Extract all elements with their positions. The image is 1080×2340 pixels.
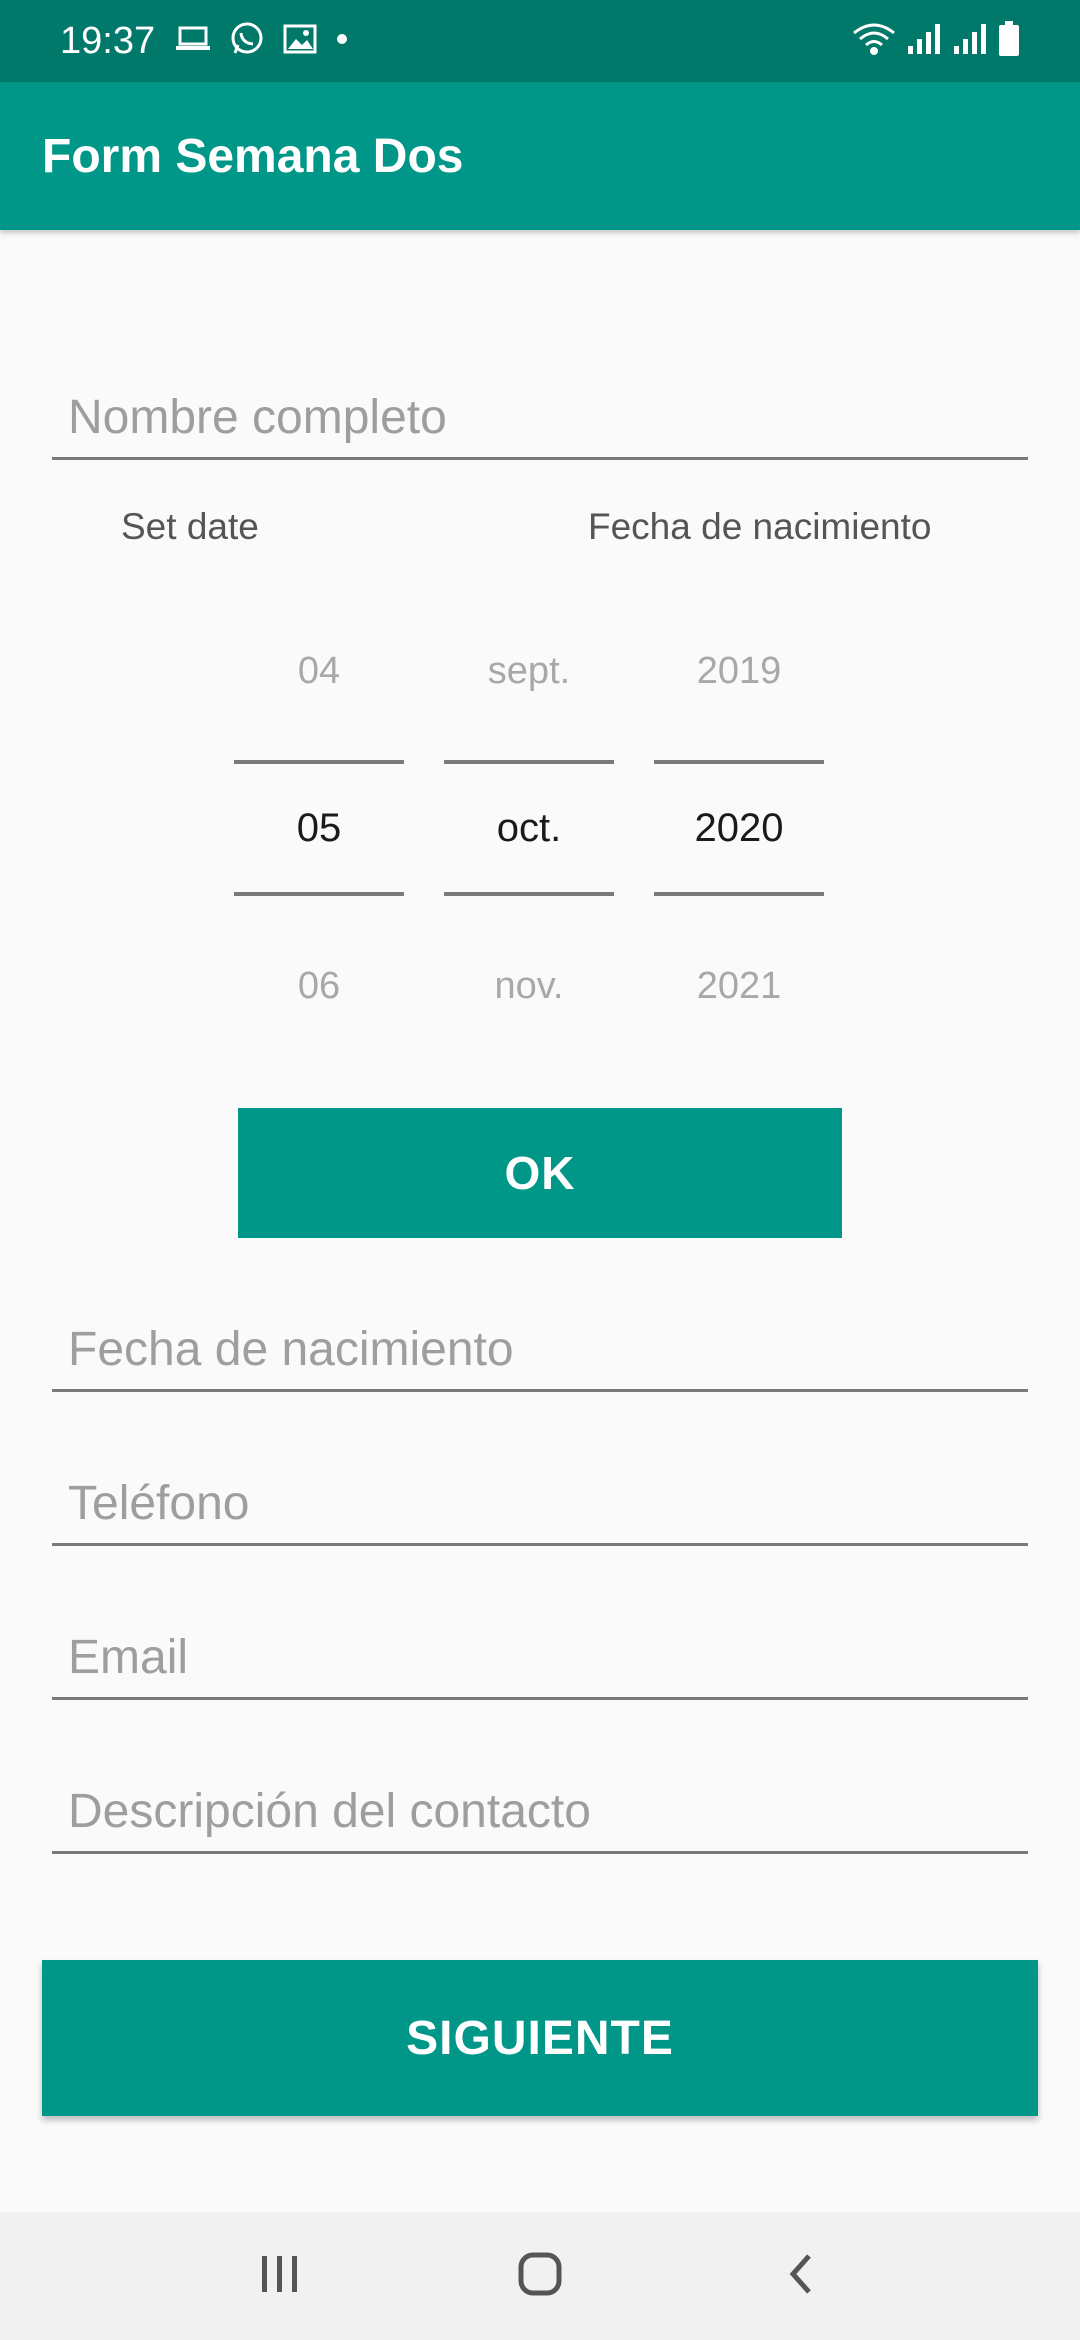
email-input[interactable] xyxy=(68,1630,1012,1685)
status-right-icons xyxy=(852,20,1020,62)
year-spinner[interactable]: 2019 2020 2021 xyxy=(654,620,824,1007)
descripcion-input[interactable] xyxy=(68,1784,1012,1839)
day-spinner[interactable]: 04 05 06 xyxy=(234,620,404,1007)
page-title: Form Semana Dos xyxy=(42,129,464,183)
year-current[interactable]: 2020 xyxy=(654,806,824,851)
fecha-field-container xyxy=(52,1302,1028,1392)
battery-icon xyxy=(998,20,1020,62)
date-picker: 04 05 06 sept. oct. nov. 2019 2020 2021 xyxy=(234,620,824,1007)
telefono-input[interactable] xyxy=(68,1476,1012,1531)
month-prev[interactable]: sept. xyxy=(444,650,614,693)
nombre-field-container xyxy=(52,370,1028,460)
year-divider-top xyxy=(654,760,824,764)
status-time: 19:37 xyxy=(60,19,156,62)
date-labels-row: Set date Fecha de nacimiento xyxy=(0,500,1080,560)
month-spinner[interactable]: sept. oct. nov. xyxy=(444,620,614,1007)
month-next[interactable]: nov. xyxy=(444,965,614,1008)
laptop-icon xyxy=(175,24,211,59)
fecha-nacimiento-input[interactable] xyxy=(68,1322,1012,1377)
nombre-completo-input[interactable] xyxy=(68,390,1012,445)
status-bar: 19:37 xyxy=(0,0,1080,82)
day-divider-top xyxy=(234,760,404,764)
year-divider-bottom xyxy=(654,892,824,896)
day-divider-bottom xyxy=(234,892,404,896)
day-current[interactable]: 05 xyxy=(234,806,404,851)
telefono-field-container xyxy=(52,1456,1028,1546)
wifi-icon xyxy=(852,21,896,62)
day-next[interactable]: 06 xyxy=(234,965,404,1008)
app-bar: Form Semana Dos xyxy=(0,82,1080,230)
siguiente-button[interactable]: SIGUIENTE xyxy=(42,1960,1038,2116)
status-left-icons xyxy=(175,21,349,62)
month-current[interactable]: oct. xyxy=(444,806,614,851)
home-icon xyxy=(517,2251,563,2302)
month-divider-bottom xyxy=(444,892,614,896)
back-icon xyxy=(785,2252,815,2301)
recents-icon xyxy=(258,2254,302,2299)
month-divider-top xyxy=(444,760,614,764)
set-date-label: Set date xyxy=(121,506,259,547)
year-next[interactable]: 2021 xyxy=(654,965,824,1008)
descripcion-field-container xyxy=(52,1764,1028,1854)
whatsapp-icon xyxy=(229,21,265,62)
year-prev[interactable]: 2019 xyxy=(654,650,824,693)
home-button[interactable] xyxy=(500,2236,580,2316)
dot-icon xyxy=(335,32,349,51)
ok-button[interactable]: OK xyxy=(238,1108,842,1238)
back-button[interactable] xyxy=(760,2236,840,2316)
recents-button[interactable] xyxy=(240,2236,320,2316)
signal-icon xyxy=(952,22,988,61)
image-icon xyxy=(283,24,317,59)
navigation-bar xyxy=(0,2212,1080,2340)
fecha-nacimiento-label: Fecha de nacimiento xyxy=(588,506,932,547)
signal-icon xyxy=(906,22,942,61)
day-prev[interactable]: 04 xyxy=(234,650,404,693)
email-field-container xyxy=(52,1610,1028,1700)
